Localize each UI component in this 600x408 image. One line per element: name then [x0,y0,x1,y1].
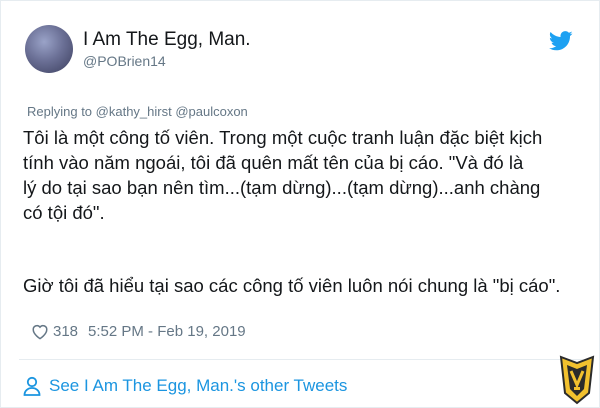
divider [19,359,583,360]
like-count: 318 [53,323,79,340]
tweet-paragraph-2: Giờ tôi đã hiểu tại sao các công tố viên… [23,275,561,296]
author-display-name[interactable]: I Am The Egg, Man. [83,29,251,51]
twitter-bird-icon[interactable] [549,31,573,51]
tweet-timestamp[interactable]: 5:52 PM - Feb 19, 2019 [88,323,246,340]
replying-to[interactable]: Replying to @kathy_hirst @paulcoxon [27,104,248,119]
see-more-label[interactable]: See I Am The Egg, Man.'s other Tweets [49,376,347,396]
see-more-link[interactable]: See I Am The Egg, Man.'s other Tweets [23,376,347,396]
avatar[interactable] [25,25,73,73]
logo-watermark [559,355,595,405]
person-icon [23,376,41,396]
tweet-card: I Am The Egg, Man. @POBrien14 Replying t… [0,0,600,408]
tweet-meta: 318 5:52 PM - Feb 19, 2019 [31,323,246,340]
author-handle[interactable]: @POBrien14 [83,53,166,69]
tweet-text: Tôi là một công tố viên. Trong một cuộc … [23,125,595,298]
heart-icon[interactable] [31,323,49,340]
tweet-paragraph-1: Tôi là một công tố viên. Trong một cuộc … [23,127,543,223]
